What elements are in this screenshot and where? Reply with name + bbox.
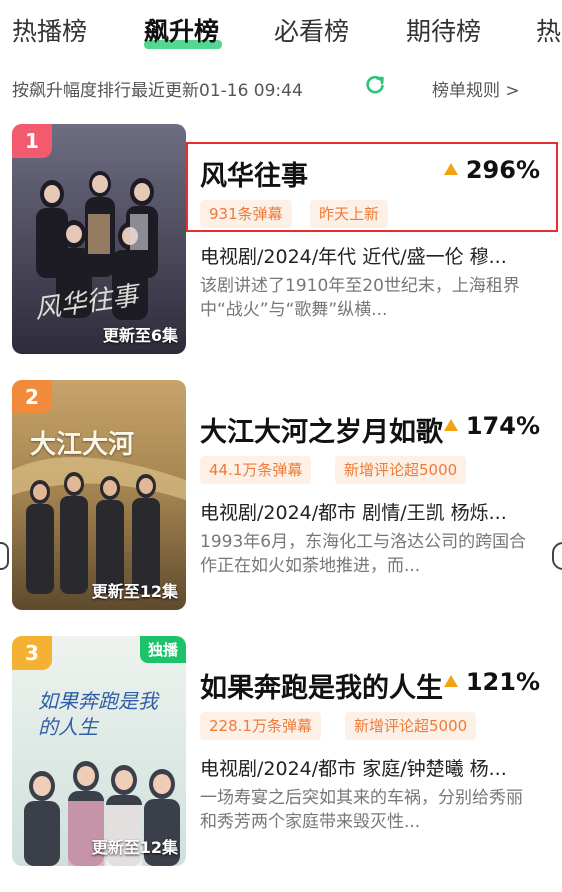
triangle-up-icon (443, 419, 458, 431)
list-item[interactable]: 如果奔跑是我的人生 3 独播 更新至12集 如果奔跑是我的人生 121% 228… (0, 636, 562, 872)
tab-anticipated[interactable]: 期待榜 (406, 12, 481, 48)
exclusive-badge: 独播 (139, 636, 186, 663)
rank-badge: 2 (12, 380, 52, 414)
refresh-icon[interactable] (364, 74, 386, 96)
danmaku-count-tag: 228.1万条弹幕 (200, 712, 321, 740)
poster-image[interactable]: 风华往事 1 更新至6集 (12, 124, 186, 354)
poster-title-art: 大江大河 (30, 430, 135, 460)
sort-bar: 按飙升幅度排行最近更新01-16 09:44 榜单规则 > (0, 70, 562, 106)
show-description: 一场寿宴之后突如其来的车祸，分别给秀丽和秀芳两个家庭带来毁灭性... (200, 788, 523, 832)
highlight-box (186, 142, 558, 232)
scroll-edge-right (552, 542, 562, 570)
poster-title-art: 如果奔跑是我的人生 (38, 689, 158, 739)
rank-badge: 3 (12, 636, 52, 670)
trend-value: 174% (443, 412, 540, 440)
sort-description: 按飙升幅度排行最近更新01-16 09:44 (12, 81, 303, 101)
show-meta: 电视剧/2024/年代 近代/盛一伦 穆... (200, 246, 507, 268)
trend-percent: 121% (465, 668, 540, 696)
danmaku-count-tag: 44.1万条弹幕 (200, 456, 312, 484)
poster-image[interactable]: 如果奔跑是我的人生 3 独播 更新至12集 (12, 636, 186, 866)
update-status: 更新至6集 (102, 326, 178, 345)
trend-value: 121% (443, 668, 540, 696)
show-description: 1993年6月，东海化工与洛达公司的跨国合作正在如火如荼地推进，而... (200, 532, 527, 576)
show-meta: 电视剧/2024/都市 剧情/王凯 杨烁... (200, 502, 507, 524)
triangle-up-icon (443, 675, 458, 687)
trend-percent: 174% (465, 412, 540, 440)
poster-image[interactable]: 大江大河 2 更新至12集 (12, 380, 186, 610)
show-title[interactable]: 如果奔跑是我的人生 (200, 666, 443, 705)
show-description: 该剧讲述了1910年至20世纪末，上海租界中“战火”与“歌舞”纵横... (200, 276, 520, 320)
update-status: 更新至12集 (91, 838, 178, 857)
update-status: 更新至12集 (91, 582, 178, 601)
tab-hot[interactable]: 热播榜 (12, 12, 87, 48)
show-meta: 电视剧/2024/都市 家庭/钟楚曦 杨... (200, 758, 507, 780)
ranking-rules-link[interactable]: 榜单规则 > (432, 76, 520, 101)
scroll-edge-left (0, 542, 9, 570)
rank-badge: 1 (12, 124, 52, 158)
status-tag: 新增评论超5000 (345, 712, 477, 740)
show-title[interactable]: 大江大河之岁月如歌 (200, 410, 443, 449)
tab-hot-truncated[interactable]: 热 (536, 12, 561, 48)
tab-must-watch[interactable]: 必看榜 (274, 12, 349, 48)
status-tag: 新增评论超5000 (335, 456, 467, 484)
list-item[interactable]: 大江大河 2 更新至12集 大江大河之岁月如歌 174% 44.1万条弹幕 新增… (0, 380, 562, 616)
tab-rising[interactable]: 飙升榜 (144, 12, 219, 48)
ranking-tabs: 热播榜 飙升榜 必看榜 期待榜 热 (0, 0, 562, 56)
